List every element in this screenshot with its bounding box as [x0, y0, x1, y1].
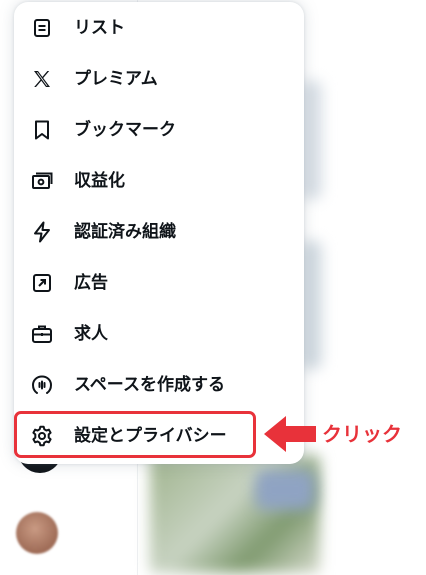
menu-item-monetization[interactable]: 収益化	[14, 156, 304, 206]
monetization-icon	[30, 169, 54, 193]
menu-item-label: リスト	[74, 18, 125, 38]
menu-item-verified-orgs[interactable]: 認証済み組織	[14, 207, 304, 257]
menu-item-lists[interactable]: リスト	[14, 3, 304, 53]
menu-item-bookmarks[interactable]: ブックマーク	[14, 105, 304, 155]
avatar[interactable]	[16, 512, 58, 554]
menu-item-premium[interactable]: プレミアム	[14, 54, 304, 104]
list-icon	[30, 16, 54, 40]
blurred-image	[255, 470, 315, 510]
click-annotation: クリック	[322, 422, 402, 446]
menu-item-label: 広告	[74, 273, 108, 293]
arrow-left-icon	[262, 413, 318, 455]
bookmark-icon	[30, 118, 54, 142]
menu-item-jobs[interactable]: 求人	[14, 309, 304, 359]
menu-item-ads[interactable]: 広告	[14, 258, 304, 308]
menu-item-label: 認証済み組織	[74, 222, 176, 242]
menu-item-label: 求人	[74, 324, 108, 344]
menu-item-label: プレミアム	[74, 69, 158, 89]
menu-item-create-space[interactable]: スペースを作成する	[14, 360, 304, 410]
spaces-icon	[30, 373, 54, 397]
highlight-box	[14, 411, 256, 458]
briefcase-icon	[30, 322, 54, 346]
x-logo-icon	[30, 67, 54, 91]
menu-item-label: 収益化	[74, 171, 125, 191]
menu-item-label: スペースを作成する	[74, 375, 225, 395]
menu-item-label: ブックマーク	[74, 120, 176, 140]
more-menu: リスト プレミアム ブックマーク 収益化 認証済み組織 広告 求人 スペースを作…	[14, 2, 304, 464]
lightning-icon	[30, 220, 54, 244]
ads-icon	[30, 271, 54, 295]
